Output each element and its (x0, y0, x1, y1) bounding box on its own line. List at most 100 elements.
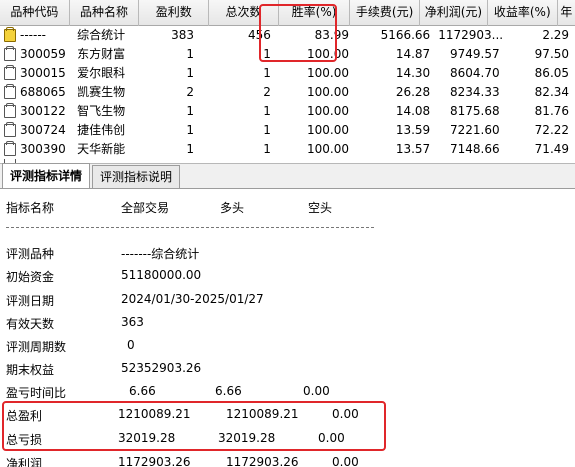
cell-return: 2.29 (542, 28, 570, 42)
table-body: ------ 综合统计 383 456 83.99 5166.66 117290… (0, 26, 575, 163)
metric-value-days: 363 (121, 315, 144, 329)
cell-wins: 1 (186, 142, 194, 156)
tab-metric-explanation[interactable]: 评测指标说明 (92, 165, 181, 188)
metric-label-gross-loss: 总亏损 (6, 433, 43, 447)
cell-fee: 14.08 (395, 104, 431, 118)
cell-wins: 1 (186, 104, 194, 118)
metric-label-symbol: 评测品种 (6, 247, 55, 261)
table-row[interactable]: 300059 东方财富 1 1 100.00 14.87 9749.57 97.… (0, 45, 575, 64)
cell-fee: 14.87 (395, 47, 431, 61)
cell-name: 捷佳伟创 (77, 123, 126, 137)
cell-fee: 5166.66 (380, 28, 431, 42)
col-header-code[interactable]: 品种代码 (0, 0, 70, 26)
cell-name: 爱尔眼科 (77, 66, 126, 80)
cell-total: 1 (263, 104, 271, 118)
cell-profit: 8604.70 (449, 66, 500, 80)
col-header-total[interactable]: 总次数 (209, 0, 279, 26)
metric-value-date: 2024/01/30-2025/01/27 (121, 292, 264, 306)
metric-label-date: 评测日期 (6, 294, 55, 308)
summary-folder-icon (4, 27, 16, 42)
table-row[interactable]: 688065 凯赛生物 2 2 100.00 26.28 8234.33 82.… (0, 83, 575, 102)
cell-code: 300122 (20, 104, 66, 118)
metric-value-net-profit-long: 1172903.26 (226, 455, 299, 467)
cell-total: 2 (263, 85, 271, 99)
header-metric-name: 指标名称 (6, 201, 55, 215)
stock-page-icon (4, 122, 16, 137)
cell-wins: 1 (186, 123, 194, 137)
cell-winrate: 100.00 (307, 123, 350, 137)
metric-detail-panel: 指标名称 全部交易 多头 空头 评测品种 -------综合统计 初始资金 51… (0, 189, 575, 467)
stock-page-icon (4, 103, 16, 118)
cell-name: 东方财富 (77, 47, 126, 61)
cell-fee: 13.57 (395, 142, 431, 156)
cell-winrate: 100.00 (307, 47, 350, 61)
metric-value-gross-profit-short: 0.00 (332, 407, 359, 421)
cell-wins: 2 (186, 85, 194, 99)
cell-fee: 26.28 (395, 85, 431, 99)
cell-total: 1 (263, 142, 271, 156)
header-long: 多头 (220, 201, 245, 215)
cell-profit: 8175.68 (449, 104, 500, 118)
tab-strip: 评测指标详情 评测指标说明 (0, 163, 575, 189)
cell-code: 300724 (20, 123, 66, 137)
cell-wins: 1 (186, 66, 194, 80)
metric-label-ratio: 盈亏时间比 (6, 386, 67, 400)
metric-value-periods: 0 (127, 338, 135, 352)
col-header-profit[interactable]: 净利润(元) (420, 0, 488, 26)
cell-wins: 383 (171, 28, 194, 42)
metric-value-gross-loss-long: 32019.28 (218, 431, 276, 445)
metric-label-capital: 初始资金 (6, 270, 55, 284)
cell-name: 天华新能 (77, 142, 126, 156)
table-row[interactable]: 300015 爱尔眼科 1 1 100.00 14.30 8604.70 86.… (0, 64, 575, 83)
tab-metric-details[interactable]: 评测指标详情 (2, 163, 91, 188)
table-row[interactable]: ------ 综合统计 383 456 83.99 5166.66 117290… (0, 26, 575, 45)
table-row[interactable]: 300724 捷佳伟创 1 1 100.00 13.59 7221.60 72.… (0, 121, 575, 140)
col-header-fee[interactable]: 手续费(元) (350, 0, 420, 26)
cell-winrate: 83.99 (314, 28, 350, 42)
results-table: 品种代码 品种名称 盈利数 总次数 胜率(%) 手续费(元) 净利润(元) 收益… (0, 0, 575, 163)
col-header-annual[interactable]: 年 (558, 0, 575, 26)
metric-value-equity: 52352903.26 (121, 361, 202, 375)
metric-value-ratio-short: 0.00 (303, 384, 330, 398)
cell-fee: 14.30 (395, 66, 431, 80)
stock-page-icon (4, 46, 16, 61)
cell-return: 72.22 (534, 123, 570, 137)
cell-winrate: 100.00 (307, 85, 350, 99)
metric-value-net-profit-all: 1172903.26 (118, 455, 191, 467)
metric-label-net-profit: 净利润 (6, 457, 43, 467)
cell-winrate: 100.00 (307, 66, 350, 80)
cell-total: 456 (247, 28, 271, 42)
cell-code: ------ (20, 28, 46, 42)
col-header-name[interactable]: 品种名称 (70, 0, 140, 26)
cell-winrate: 100.00 (307, 104, 350, 118)
metric-value-symbol: -------综合统计 (121, 247, 200, 261)
metric-label-equity: 期末权益 (6, 363, 55, 377)
table-header: 品种代码 品种名称 盈利数 总次数 胜率(%) 手续费(元) 净利润(元) 收益… (0, 0, 575, 26)
cell-code: 300059 (20, 47, 66, 61)
metric-value-ratio-long: 6.66 (215, 384, 242, 398)
metric-value-gross-profit-long: 1210089.21 (226, 407, 299, 421)
cell-name: 智飞生物 (77, 104, 126, 118)
col-header-winrate[interactable]: 胜率(%) (279, 0, 351, 26)
col-header-return[interactable]: 收益率(%) (488, 0, 558, 26)
cell-name: 综合统计 (77, 28, 126, 42)
cell-return: 82.34 (534, 85, 570, 99)
metric-value-gross-loss-short: 0.00 (318, 431, 345, 445)
cell-return: 81.76 (534, 104, 570, 118)
table-row[interactable]: 300390 天华新能 1 1 100.00 13.57 7148.66 71.… (0, 140, 575, 159)
table-row[interactable]: 300122 智飞生物 1 1 100.00 14.08 8175.68 81.… (0, 102, 575, 121)
cell-return: 71.49 (534, 142, 570, 156)
metric-label-days: 有效天数 (6, 317, 55, 331)
stock-page-icon (4, 141, 16, 156)
cell-profit: 9749.57 (449, 47, 500, 61)
cell-code: 300015 (20, 66, 66, 80)
metric-value-gross-profit-all: 1210089.21 (118, 407, 191, 421)
cell-total: 1 (263, 47, 271, 61)
cell-profit: 7221.60 (449, 123, 500, 137)
cell-winrate: 100.00 (307, 142, 350, 156)
separator-dashed (6, 227, 374, 228)
cell-wins: 1 (186, 47, 194, 61)
cell-return: 97.50 (534, 47, 570, 61)
col-header-wins[interactable]: 盈利数 (139, 0, 210, 26)
metric-value-ratio-all: 6.66 (129, 384, 156, 398)
